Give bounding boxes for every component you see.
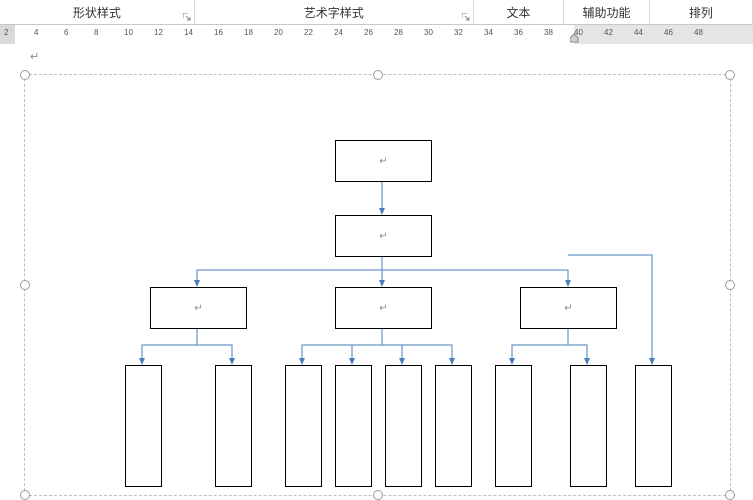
resize-handle[interactable] [725,490,735,500]
ruler-tick: 18 [244,28,253,37]
resize-handle[interactable] [725,70,735,80]
dialog-launcher-icon[interactable] [462,13,470,21]
ruler-tick: 28 [394,28,403,37]
resize-handle[interactable] [373,70,383,80]
ruler-tick: 6 [64,28,68,37]
ruler-tick: 20 [274,28,283,37]
ribbon-group-label: 形状样式 [73,4,121,21]
paragraph-mark: ↵ [30,50,39,63]
ruler-tick: 4 [34,28,38,37]
box-text: ↵ [379,231,387,242]
ruler-tick: 26 [364,28,373,37]
ruler-tick: 2 [4,28,8,37]
ruler-tick: 48 [694,28,703,37]
ruler-tick: 38 [544,28,553,37]
resize-handle[interactable] [725,280,735,290]
ribbon-group[interactable]: 辅助功能 [564,0,649,24]
org-chart-box[interactable] [125,365,162,487]
ribbon-group[interactable]: 艺术字样式 [195,0,474,24]
ribbon-group[interactable]: 排列 [650,0,753,24]
ribbon-group-label: 艺术字样式 [304,4,364,21]
org-chart-box[interactable]: ↵ [335,140,432,182]
ruler-tick: 14 [184,28,193,37]
org-chart-box[interactable] [570,365,607,487]
resize-handle[interactable] [20,70,30,80]
org-chart-box[interactable] [495,365,532,487]
ribbon-group-label: 辅助功能 [582,4,630,21]
ribbon-group-label: 排列 [689,4,713,21]
org-chart-box[interactable] [635,365,672,487]
ruler-tick: 42 [604,28,613,37]
dialog-launcher-icon[interactable] [183,13,191,21]
ruler-tick: 8 [94,28,98,37]
resize-handle[interactable] [20,490,30,500]
ruler-tick: 32 [454,28,463,37]
ruler-tick: 36 [514,28,523,37]
org-chart-box[interactable] [435,365,472,487]
box-text: ↵ [194,303,202,314]
ruler-tick: 22 [304,28,313,37]
resize-handle[interactable] [373,490,383,500]
org-chart-box[interactable]: ↵ [335,215,432,257]
org-chart-box[interactable]: ↵ [335,287,432,329]
box-text: ↵ [379,156,387,167]
org-chart-box[interactable]: ↵ [520,287,617,329]
org-chart-box[interactable]: ↵ [150,287,247,329]
ribbon-group[interactable]: 文本 [474,0,564,24]
horizontal-ruler: 2468101214161820222426283032343638404244… [0,25,753,46]
ribbon-group[interactable]: 形状样式 [0,0,195,24]
org-chart-box[interactable] [285,365,322,487]
document-page: ↵ ↵ ↵ ↵ ↵ ↵ [0,44,753,500]
ruler-tick: 44 [634,28,643,37]
org-chart-box[interactable] [385,365,422,487]
box-text: ↵ [379,303,387,314]
org-chart-box[interactable] [335,365,372,487]
ruler-tick: 46 [664,28,673,37]
ruler-tick: 34 [484,28,493,37]
ruler-tick: 24 [334,28,343,37]
ruler-tick: 10 [124,28,133,37]
ribbon: 形状样式 艺术字样式 文本 辅助功能 排列 [0,0,753,25]
ruler-tick: 12 [154,28,163,37]
drawing-canvas[interactable]: ↵ ↵ ↵ ↵ ↵ [24,74,731,496]
ruler-tick: 30 [424,28,433,37]
ruler-tick: 16 [214,28,223,37]
resize-handle[interactable] [20,280,30,290]
ribbon-group-label: 文本 [507,4,531,21]
org-chart-box[interactable] [215,365,252,487]
box-text: ↵ [564,303,572,314]
